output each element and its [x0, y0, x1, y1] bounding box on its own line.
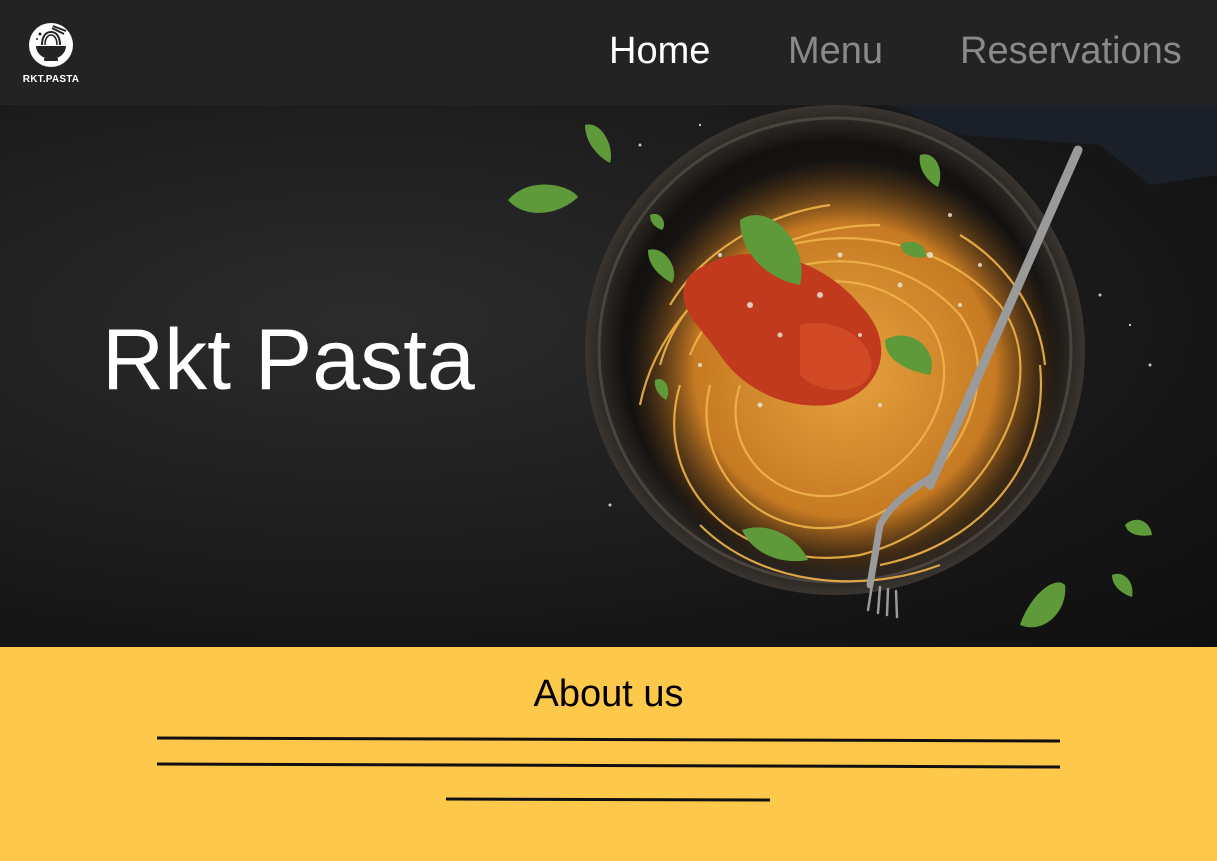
hero-section: Rkt Pasta — [0, 105, 1217, 647]
hero-title: Rkt Pasta — [102, 312, 475, 408]
nav-reservations-link[interactable]: Reservations — [960, 28, 1182, 74]
nav-menu-link[interactable]: Menu — [788, 28, 883, 74]
text-placeholder-lines — [156, 736, 1061, 802]
placeholder-line — [445, 797, 771, 802]
nav-home-link[interactable]: Home — [609, 28, 710, 74]
brand-name: RKT.PASTA — [22, 74, 80, 85]
brand-logo[interactable]: RKT.PASTA — [22, 22, 80, 86]
navbar: RKT.PASTA Home Menu Reservations — [0, 0, 1217, 105]
noodle-bowl-icon — [29, 23, 73, 67]
placeholder-line — [156, 762, 1061, 769]
about-section: About us — [0, 647, 1217, 861]
placeholder-line — [156, 736, 1061, 743]
